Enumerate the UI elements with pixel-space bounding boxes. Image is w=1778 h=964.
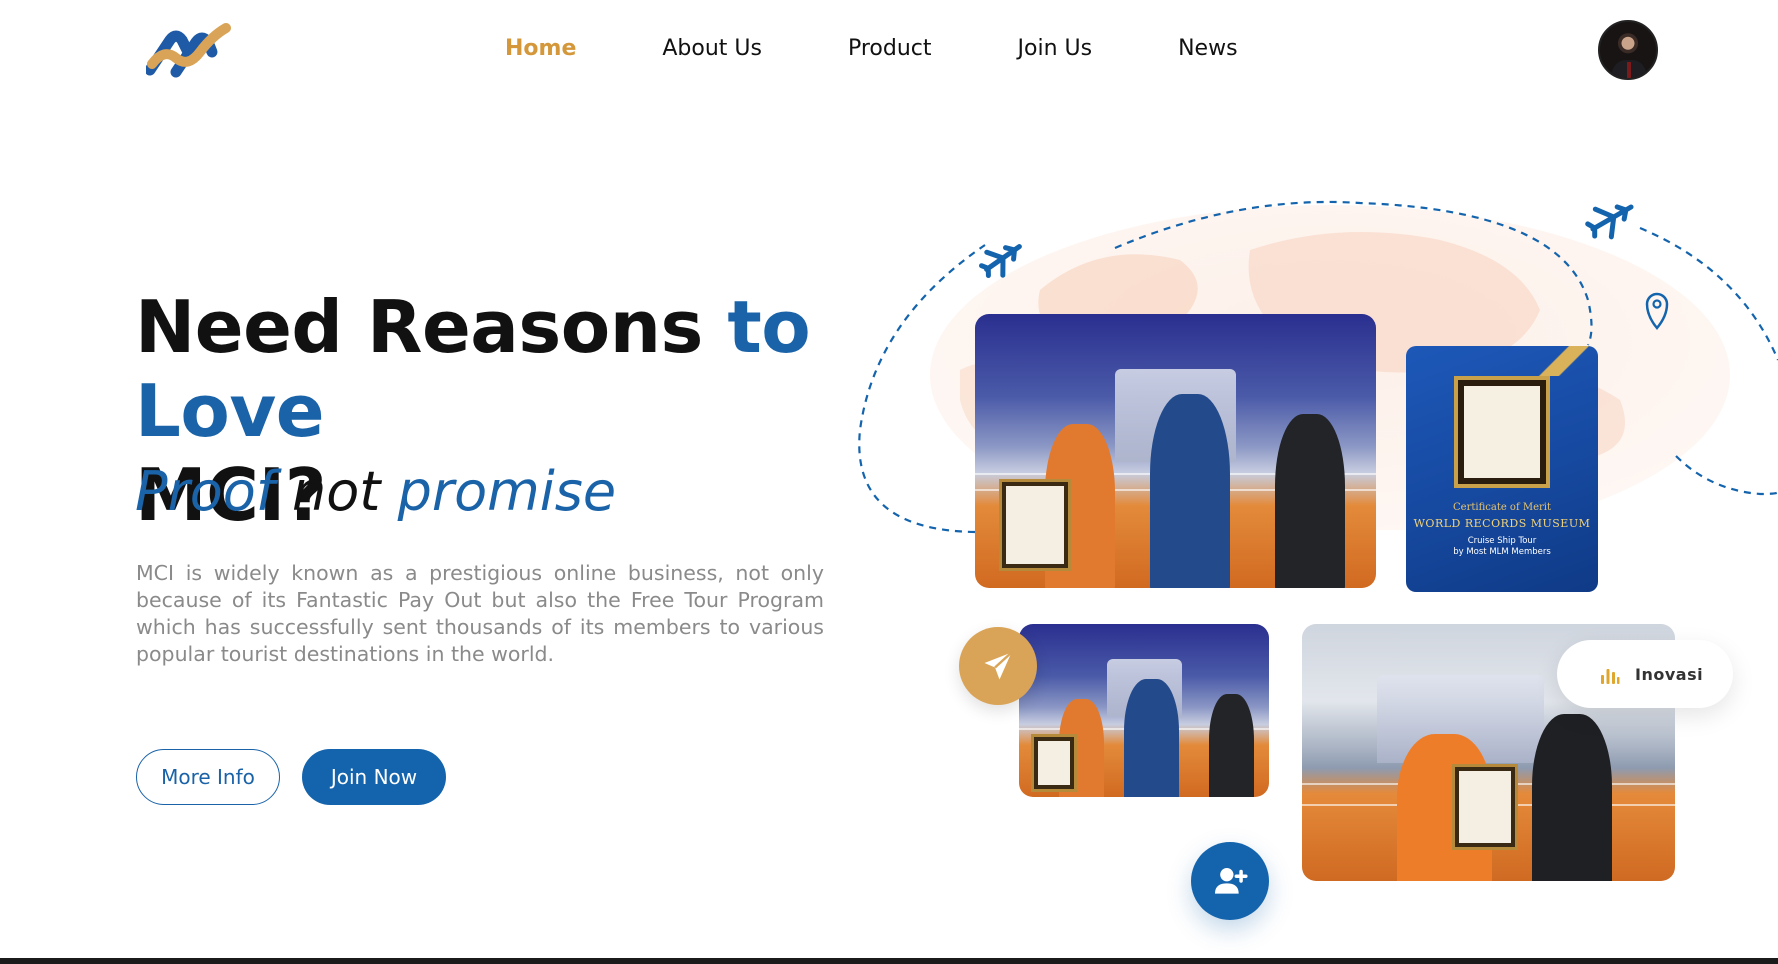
certificate-title: Certificate of Merit [1453,502,1551,513]
nav-about-us[interactable]: About Us [662,36,762,61]
headline-part1: Need Reasons [135,285,728,369]
certificate-org: WORLD RECORDS MUSEUM [1413,517,1591,530]
paper-plane-icon [984,651,1013,680]
more-info-button[interactable]: More Info [136,749,280,805]
nav-product[interactable]: Product [848,36,932,61]
nav-join-us[interactable]: Join Us [1018,36,1093,61]
add-user-button[interactable] [1191,842,1269,920]
add-user-icon [1214,868,1248,894]
avatar[interactable] [1598,20,1658,80]
subhead-proof: Proof [135,460,275,523]
avatar-tie [1627,62,1631,78]
nav-links: Home About Us Product Join Us News [505,36,1324,61]
certificate-card: Certificate of Merit WORLD RECORDS MUSEU… [1406,346,1598,592]
subhead-promise: promise [397,460,617,523]
bottom-edge [0,958,1778,964]
nav-news[interactable]: News [1178,36,1237,61]
hero-description: MCI is widely known as a prestigious onl… [136,561,824,666]
cruise-award-photo-main [975,314,1376,588]
join-now-button[interactable]: Join Now [302,749,446,805]
subhead-not: not [292,460,381,523]
cruise-award-photo-small [1019,624,1269,797]
mci-logo[interactable] [146,22,232,80]
badge-label: Inovasi [1635,664,1704,684]
send-button[interactable] [959,627,1037,705]
bar-chart-icon [1601,669,1620,684]
hero-subhead: Proof not promise [135,460,616,523]
top-navbar: Home About Us Product Join Us News [0,0,1778,100]
nav-home[interactable]: Home [505,36,576,61]
certificate-frame [1454,376,1550,488]
inovasi-badge: Inovasi [1557,640,1733,708]
certificate-caption: Cruise Ship Tour by Most MLM Members [1453,536,1551,557]
